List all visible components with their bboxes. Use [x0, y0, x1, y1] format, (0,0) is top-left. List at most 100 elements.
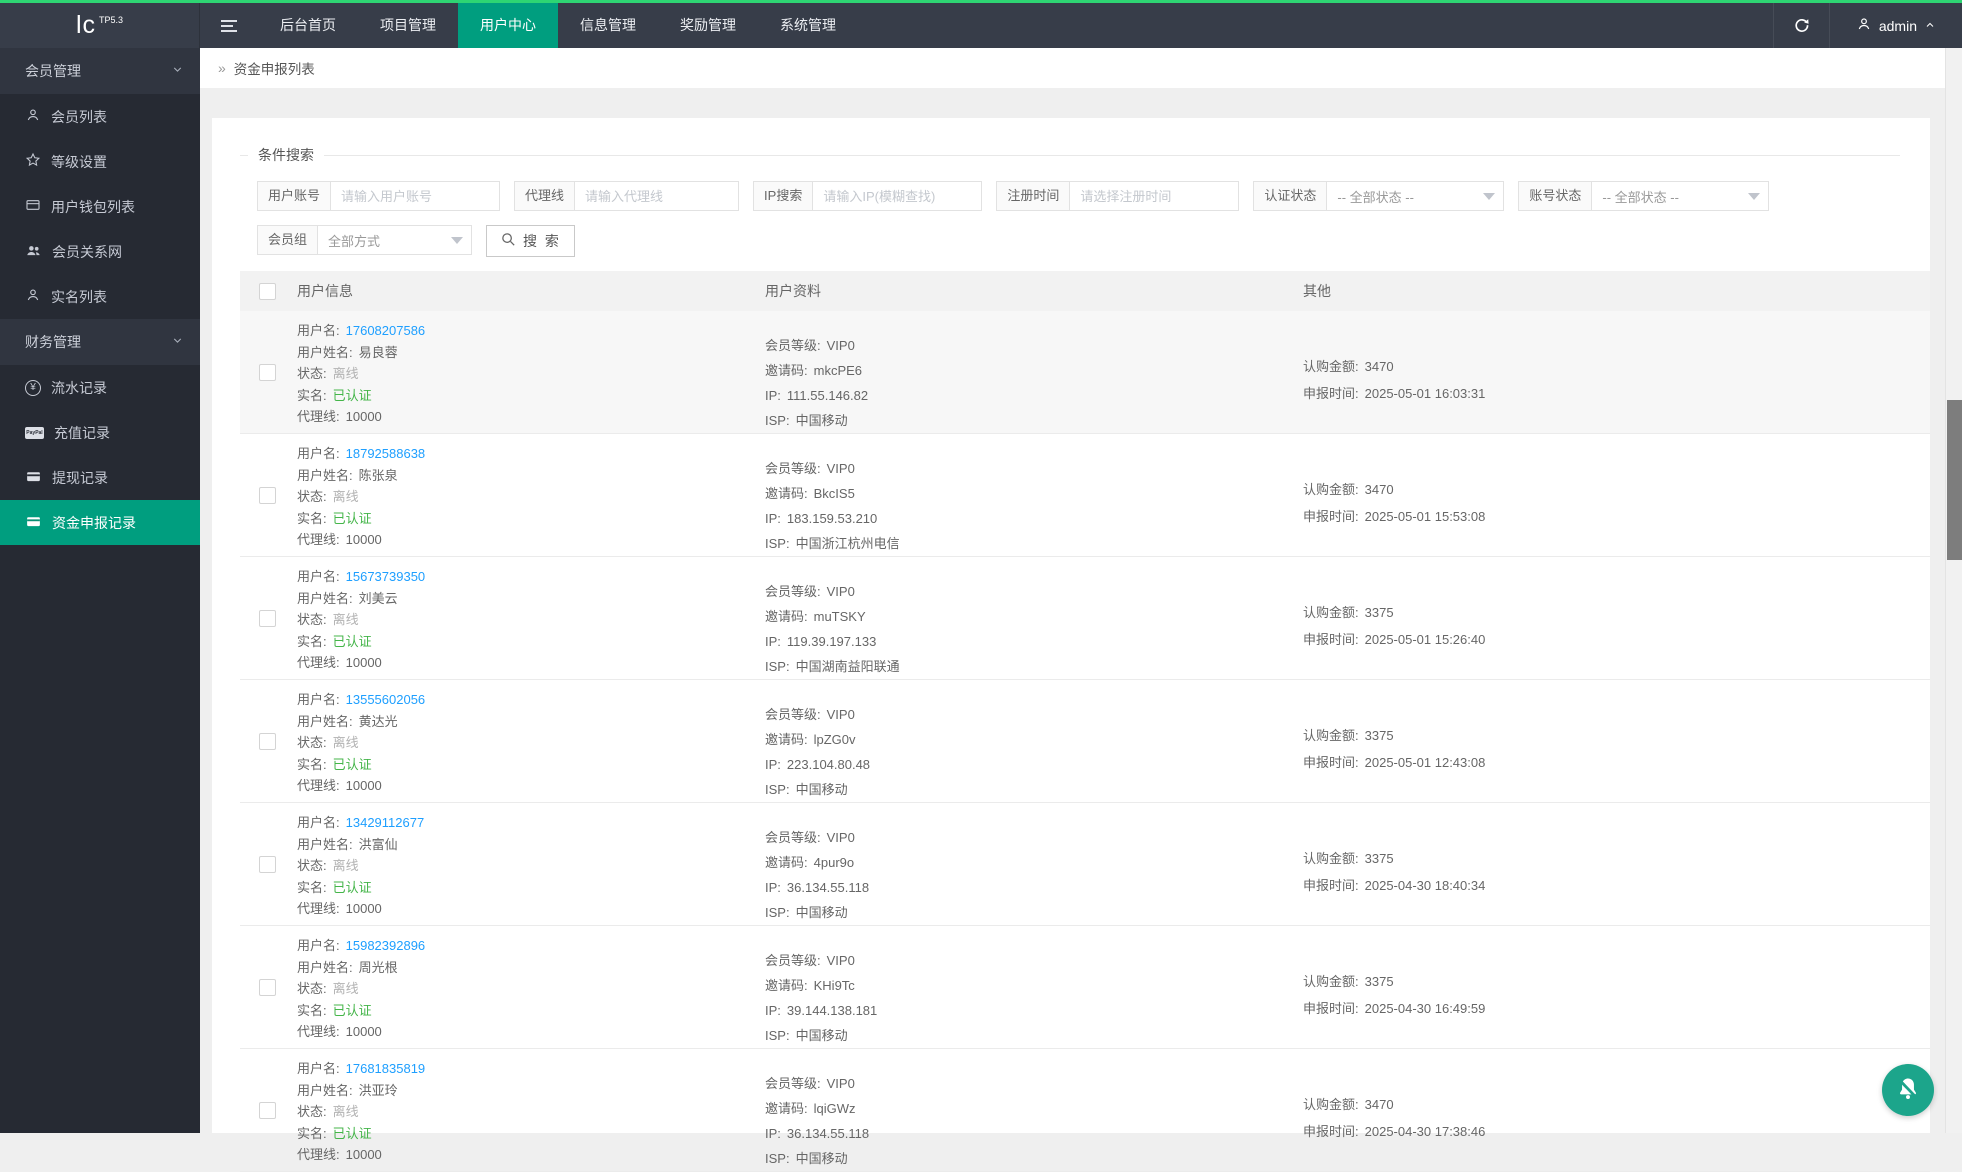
level-value: VIP0 [827, 584, 855, 599]
isp-value: 中国移动 [796, 1151, 848, 1166]
username-link[interactable]: 15673739350 [346, 569, 426, 584]
register-time-input[interactable] [1069, 181, 1239, 211]
vertical-scrollbar[interactable] [1945, 48, 1962, 1133]
level-value: VIP0 [827, 707, 855, 722]
table-row: 用户名:17681835819 用户姓名:洪亚玲 状态:离线 实名:已认证 代理… [240, 1049, 1930, 1172]
select-value: 全部方式 [328, 231, 439, 250]
card-icon [25, 468, 42, 488]
row-checkbox[interactable] [259, 487, 276, 504]
amount-value: 3375 [1365, 851, 1394, 866]
nav-item-rewards[interactable]: 奖励管理 [658, 3, 758, 48]
scrollbar-thumb[interactable] [1947, 400, 1962, 560]
username-link[interactable]: 17608207586 [346, 323, 426, 338]
username-link[interactable]: 15982392896 [346, 938, 426, 953]
realname-value: 陈张泉 [359, 468, 398, 483]
declare-time-value: 2025-04-30 16:49:59 [1365, 1001, 1486, 1016]
level-value: VIP0 [827, 338, 855, 353]
admin-menu[interactable]: admin [1829, 3, 1962, 48]
sidebar-item-label: 用户钱包列表 [51, 197, 135, 217]
member-group-select[interactable]: 全部方式 [317, 225, 472, 255]
search-button[interactable]: 搜 索 [486, 225, 575, 257]
sidebar-group-members[interactable]: 会员管理 [0, 48, 200, 94]
realname-value: 易良蓉 [359, 345, 398, 360]
user-account-input[interactable] [330, 181, 500, 211]
topbar-right: admin [1773, 3, 1962, 48]
level-value: VIP0 [827, 461, 855, 476]
field-label: 代理线 [514, 181, 574, 211]
row-checkbox[interactable] [259, 610, 276, 627]
row-checkbox[interactable] [259, 1102, 276, 1119]
declare-time-value: 2025-05-01 16:03:31 [1365, 386, 1486, 401]
sidebar-item-withdraw-records[interactable]: 提现记录 [0, 455, 200, 500]
username-link[interactable]: 13555602056 [346, 692, 426, 707]
sidebar-item-fund-declare-records[interactable]: 资金申报记录 [0, 500, 200, 545]
header-other: 其他 [1303, 281, 1930, 301]
sidebar-item-user-wallets[interactable]: 用户钱包列表 [0, 184, 200, 229]
sidebar: 会员管理 会员列表 等级设置 用户钱包列表 会员关系网 实名列表 财务管理 ¥ … [0, 48, 200, 1133]
field-label: IP搜索 [753, 181, 812, 211]
agent-line-value: 10000 [346, 409, 382, 424]
sidebar-group-finance[interactable]: 财务管理 [0, 319, 200, 365]
amount-value: 3375 [1365, 974, 1394, 989]
verify-status-select[interactable]: -- 全部状态 -- [1326, 181, 1504, 211]
agent-line-input[interactable] [574, 181, 739, 211]
username-link[interactable]: 18792588638 [346, 446, 426, 461]
ip-search-input[interactable] [812, 181, 982, 211]
table-row: 用户名:15673739350 用户姓名:刘美云 状态:离线 实名:已认证 代理… [240, 557, 1930, 680]
search-icon [500, 231, 517, 251]
sidebar-item-member-network[interactable]: 会员关系网 [0, 229, 200, 274]
table-header: 用户信息 用户资料 其他 [240, 271, 1930, 311]
users-icon [25, 242, 42, 262]
amount-value: 3470 [1365, 1097, 1394, 1112]
nav-item-projects[interactable]: 项目管理 [358, 3, 458, 48]
row-checkbox[interactable] [259, 856, 276, 873]
nav-item-home[interactable]: 后台首页 [258, 3, 358, 48]
realname-value: 洪亚玲 [359, 1083, 398, 1098]
isp-value: 中国移动 [796, 413, 848, 428]
field-verify-status: 认证状态 -- 全部状态 -- [1253, 181, 1504, 211]
invite-code-value: muTSKY [814, 609, 866, 624]
declare-time-value: 2025-05-01 12:43:08 [1365, 755, 1486, 770]
menu-toggle-icon[interactable] [200, 3, 258, 48]
row-checkbox[interactable] [259, 364, 276, 381]
sidebar-item-recharge-records[interactable]: PayPal 充值记录 [0, 410, 200, 455]
account-status-select[interactable]: -- 全部状态 -- [1591, 181, 1769, 211]
verify-badge: 已认证 [333, 880, 372, 895]
refresh-icon [1793, 16, 1810, 36]
field-member-group: 会员组 全部方式 [257, 225, 472, 255]
agent-line-value: 10000 [346, 1147, 382, 1162]
notification-mute-button[interactable] [1882, 1064, 1934, 1116]
sidebar-item-flow-records[interactable]: ¥ 流水记录 [0, 365, 200, 410]
sidebar-item-member-list[interactable]: 会员列表 [0, 94, 200, 139]
username-link[interactable]: 13429112677 [346, 815, 425, 830]
agent-line-value: 10000 [346, 778, 382, 793]
agent-line-value: 10000 [346, 532, 382, 547]
caret-down-icon [1483, 193, 1495, 200]
row-checkbox[interactable] [259, 733, 276, 750]
realname-value: 周光根 [359, 960, 398, 975]
nav-item-system[interactable]: 系统管理 [758, 3, 858, 48]
main-content: 条件搜索 用户账号 代理线 IP搜索 注册时间 [200, 88, 1945, 1133]
verify-badge: 已认证 [333, 511, 372, 526]
row-checkbox[interactable] [259, 979, 276, 996]
level-value: VIP0 [827, 1076, 855, 1091]
field-ip-search: IP搜索 [753, 181, 982, 211]
refresh-button[interactable] [1773, 3, 1829, 48]
username-link[interactable]: 17681835819 [346, 1061, 426, 1076]
ip-value: 223.104.80.48 [787, 757, 870, 772]
select-all-checkbox[interactable] [259, 283, 276, 300]
sidebar-item-label: 等级设置 [51, 152, 107, 172]
sidebar-item-realname-list[interactable]: 实名列表 [0, 274, 200, 319]
agent-line-value: 10000 [346, 1024, 382, 1039]
sidebar-item-label: 资金申报记录 [52, 513, 136, 533]
nav-item-user-center[interactable]: 用户中心 [458, 3, 558, 48]
status-value: 离线 [333, 1104, 359, 1119]
sidebar-item-label: 会员列表 [51, 107, 107, 127]
yen-circle-icon: ¥ [25, 380, 41, 396]
sidebar-item-level-settings[interactable]: 等级设置 [0, 139, 200, 184]
field-label: 认证状态 [1253, 181, 1326, 211]
ip-value: 36.134.55.118 [787, 1126, 869, 1141]
amount-value: 3470 [1365, 359, 1394, 374]
nav-item-info[interactable]: 信息管理 [558, 3, 658, 48]
verify-badge: 已认证 [333, 1003, 372, 1018]
